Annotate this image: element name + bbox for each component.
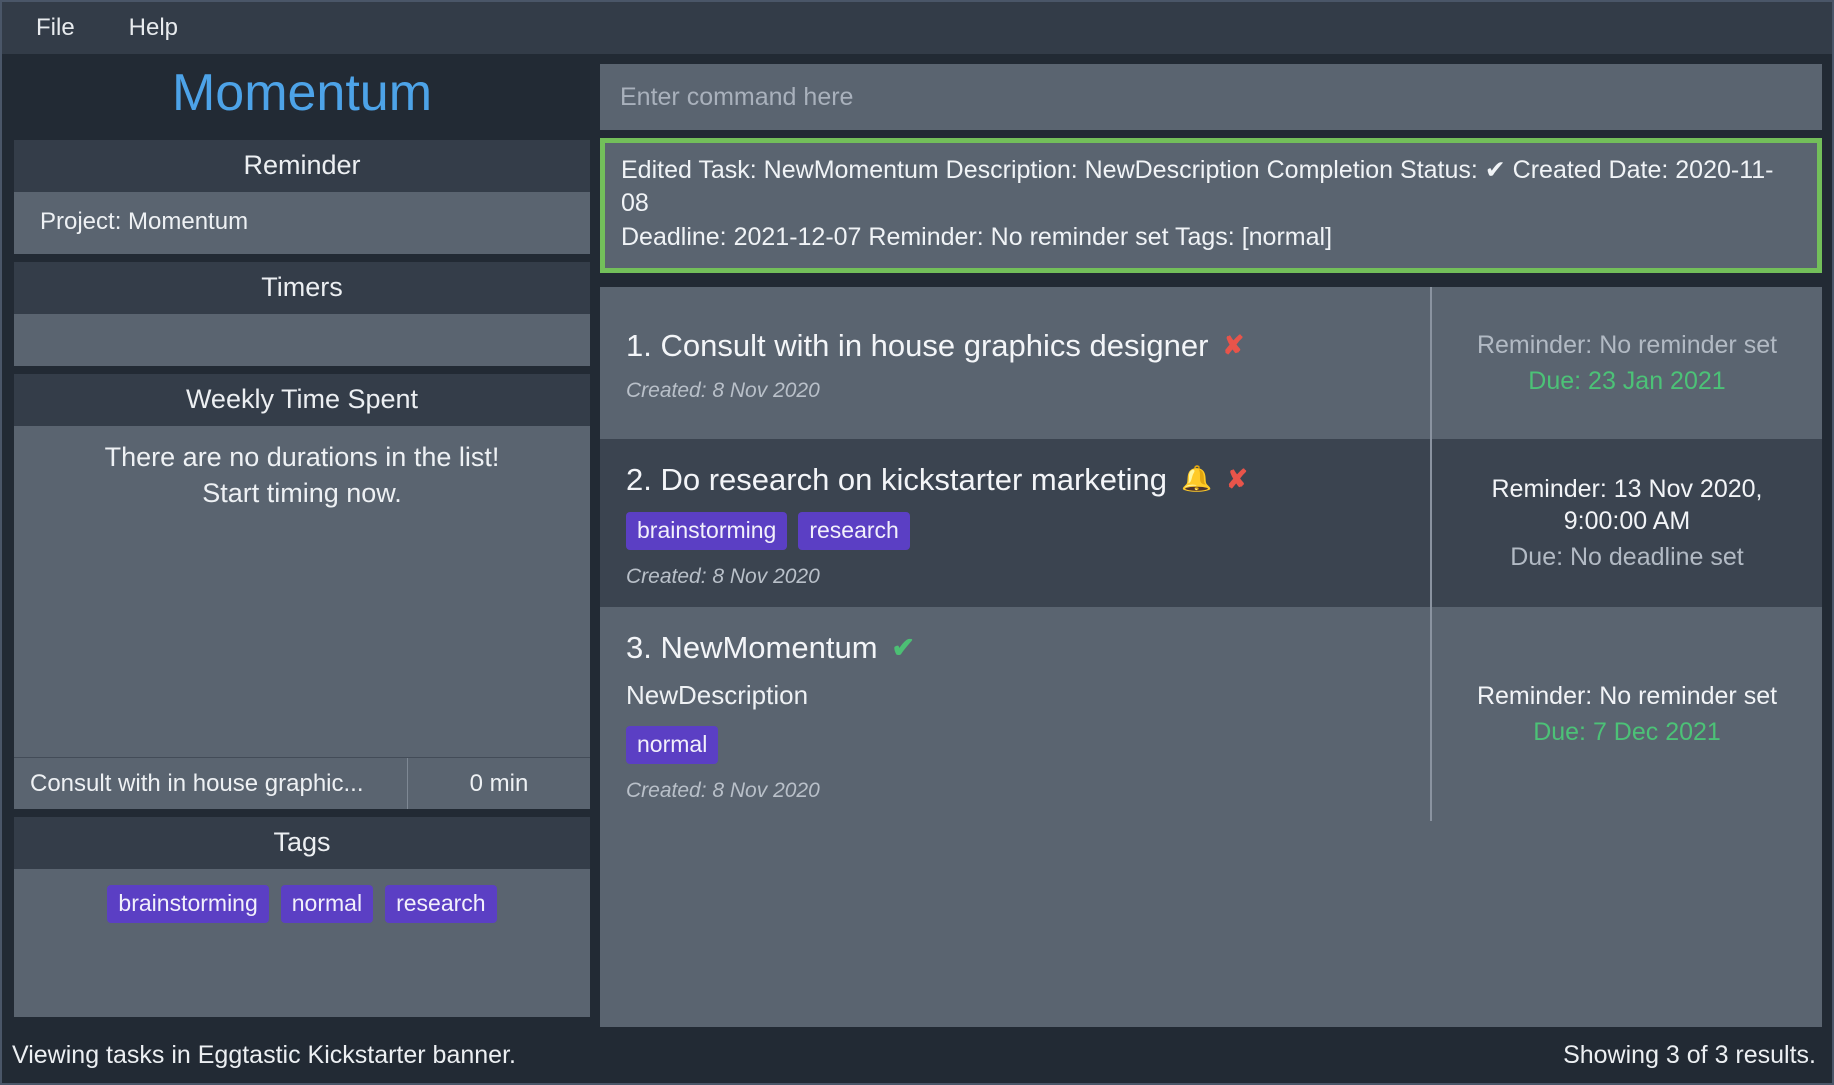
tags-panel-body: brainstorming normal research — [14, 869, 590, 1017]
task-reminder: Reminder: 13 Nov 2020, 9:00:00 AM — [1491, 474, 1763, 535]
task-description: NewDescription — [626, 680, 809, 711]
sidebar-tag-chip[interactable]: brainstorming — [107, 885, 269, 924]
body-split: Momentum Reminder Project: Momentum Time… — [2, 54, 1832, 1027]
weekly-empty-line-2: Start timing now. — [202, 477, 402, 508]
duration-task-name: Consult with in house graphic... — [14, 758, 408, 809]
app-brand: Momentum — [14, 54, 590, 132]
weekly-time-spent-panel: Weekly Time Spent There are no durations… — [14, 374, 590, 809]
result-line-1: Edited Task: NewMomentum Description: Ne… — [621, 156, 1774, 218]
command-result-box: Edited Task: NewMomentum Description: Ne… — [600, 138, 1822, 273]
task-tag-chip[interactable]: normal — [626, 725, 719, 764]
task-side-info: Reminder: 13 Nov 2020, 9:00:00 AM Due: No… — [1430, 438, 1822, 608]
task-row[interactable]: 1. Consult with in house graphics design… — [600, 286, 1822, 439]
reminder-panel-header: Reminder — [14, 140, 590, 192]
weekly-empty-message: There are no durations in the list! Star… — [14, 426, 590, 511]
reminder-panel-body[interactable]: Project: Momentum — [14, 192, 590, 254]
menu-bar: File Help — [2, 2, 1832, 54]
task-title-line: 2. Do research on kickstarter marketing 🔔… — [626, 461, 1412, 498]
cross-icon[interactable]: ✘ — [1222, 332, 1244, 358]
result-line-2: Deadline: 2021-12-07 Reminder: No remind… — [621, 222, 1333, 251]
task-main: 1. Consult with in house graphics design… — [600, 287, 1430, 439]
task-title: 1. Consult with in house graphics design… — [626, 327, 1209, 363]
reminder-project-label: Project: Momentum — [40, 208, 249, 235]
menu-help[interactable]: Help — [123, 12, 184, 44]
timers-panel-body[interactable] — [14, 314, 590, 366]
task-created-date: Created: 8 Nov 2020 — [626, 564, 820, 588]
sidebar: Momentum Reminder Project: Momentum Time… — [2, 54, 600, 1027]
task-title-line: 1. Consult with in house graphics design… — [626, 327, 1412, 364]
app-window: File Help Momentum Reminder Project: Mom… — [0, 0, 1834, 1085]
task-title: 2. Do research on kickstarter marketing — [626, 461, 1167, 497]
status-right-text: Showing 3 of 3 results. — [1563, 1040, 1816, 1069]
check-icon[interactable]: ✔ — [892, 633, 915, 662]
duration-value: 0 min — [469, 769, 529, 797]
task-due-date: Due: 7 Dec 2021 — [1533, 717, 1721, 746]
sidebar-tag-list: brainstorming normal research — [14, 885, 590, 924]
timers-panel-header: Timers — [14, 262, 590, 314]
cross-icon[interactable]: ✘ — [1226, 466, 1248, 492]
sidebar-tag-chip[interactable]: normal — [280, 885, 374, 924]
task-created-date: Created: 8 Nov 2020 — [626, 778, 820, 802]
task-created-date: Created: 8 Nov 2020 — [626, 378, 820, 402]
task-side-info: Reminder: No reminder set Due: 7 Dec 2021 — [1430, 607, 1822, 821]
tags-panel: Tags brainstorming normal research — [14, 817, 590, 1017]
task-list-empty-space — [600, 820, 1822, 1027]
task-tag-chip[interactable]: research — [798, 511, 910, 550]
menu-file[interactable]: File — [30, 12, 81, 44]
weekly-panel-body: There are no durations in the list! Star… — [14, 426, 590, 809]
task-reminder: Reminder: No reminder set — [1476, 330, 1778, 359]
status-left-text: Viewing tasks in Eggtastic Kickstarter b… — [12, 1040, 516, 1069]
task-title: 3. NewMomentum — [626, 630, 878, 666]
task-tag-chip[interactable]: brainstorming — [626, 511, 788, 550]
weekly-empty-line-1: There are no durations in the list! — [104, 442, 500, 472]
app-title: Momentum — [171, 64, 433, 122]
sidebar-tag-chip[interactable]: research — [385, 885, 497, 924]
task-main: 2. Do research on kickstarter marketing 🔔… — [600, 439, 1430, 607]
task-row[interactable]: 2. Do research on kickstarter marketing 🔔… — [600, 438, 1822, 608]
task-row[interactable]: 3. NewMomentum ✔ NewDescription normal Creat… — [600, 607, 1822, 821]
task-main: 3. NewMomentum ✔ NewDescription normal Creat… — [600, 607, 1430, 821]
task-list[interactable]: 1. Consult with in house graphics design… — [600, 286, 1822, 1027]
task-reminder: Reminder: No reminder set — [1476, 681, 1778, 710]
duration-row[interactable]: Consult with in house graphic... 0 min — [14, 757, 590, 809]
task-title-line: 3. NewMomentum ✔ — [626, 629, 1412, 666]
weekly-panel-header: Weekly Time Spent — [14, 374, 590, 426]
command-input[interactable] — [600, 64, 1822, 130]
bell-icon[interactable]: 🔔 — [1181, 466, 1212, 492]
tags-panel-header: Tags — [14, 817, 590, 869]
timers-panel: Timers — [14, 262, 590, 366]
task-rows: 1. Consult with in house graphics design… — [600, 286, 1822, 821]
main-area: Edited Task: NewMomentum Description: Ne… — [600, 54, 1832, 1027]
task-due-date: Due: 23 Jan 2021 — [1528, 366, 1726, 395]
task-tag-list: brainstorming research — [626, 511, 1412, 550]
task-side-info: Reminder: No reminder set Due: 23 Jan 202… — [1430, 286, 1822, 439]
task-due-date: Due: No deadline set — [1510, 542, 1744, 571]
task-tag-list: normal — [626, 725, 1412, 764]
reminder-panel: Reminder Project: Momentum — [14, 140, 590, 254]
status-bar: Viewing tasks in Eggtastic Kickstarter b… — [2, 1027, 1832, 1083]
